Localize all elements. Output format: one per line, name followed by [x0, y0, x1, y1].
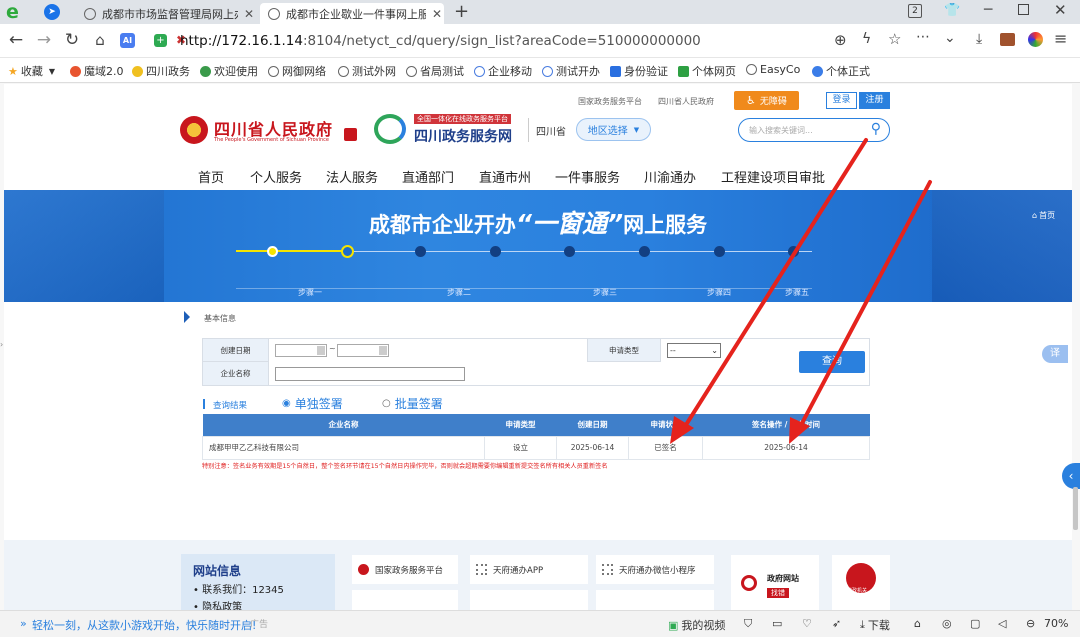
status-bar: » 轻松一刻，从这款小游戏开始，快乐随时开启! 广告 ▣ 我的视频 ⛉ ▭ ♡ ➶…	[0, 610, 1080, 637]
promo-message[interactable]: 轻松一刻，从这款小游戏开始，快乐随时开启!	[32, 617, 256, 633]
clean-icon[interactable]: ⌂	[914, 617, 921, 630]
annotation-arrow	[798, 180, 932, 429]
sound-icon[interactable]: ◁	[998, 617, 1006, 630]
news-chevron-icon[interactable]: »	[20, 617, 27, 630]
image-icon[interactable]: ▭	[772, 617, 782, 630]
annotation-arrows	[670, 138, 932, 444]
shield-status-icon[interactable]: ⛉	[744, 617, 752, 631]
annotation-arrow	[682, 138, 868, 430]
rocket-icon[interactable]: ➶	[832, 617, 841, 630]
ad-label: 广告	[250, 620, 269, 630]
download-arrow-icon: ⤓	[860, 618, 865, 631]
zoom-icon[interactable]: ⊖	[1026, 617, 1035, 630]
my-videos-button[interactable]: ▣ 我的视频	[668, 617, 725, 633]
play-icon: ▣	[668, 618, 679, 632]
zoom-level[interactable]: 70%	[1044, 617, 1068, 630]
download-button[interactable]: ⤓ 下载	[860, 617, 890, 633]
heart-icon[interactable]: ♡	[802, 617, 812, 630]
window-icon[interactable]: ▢	[970, 617, 980, 630]
edge-icon[interactable]: ◎	[942, 617, 952, 630]
annotation-arrowhead	[789, 417, 810, 444]
